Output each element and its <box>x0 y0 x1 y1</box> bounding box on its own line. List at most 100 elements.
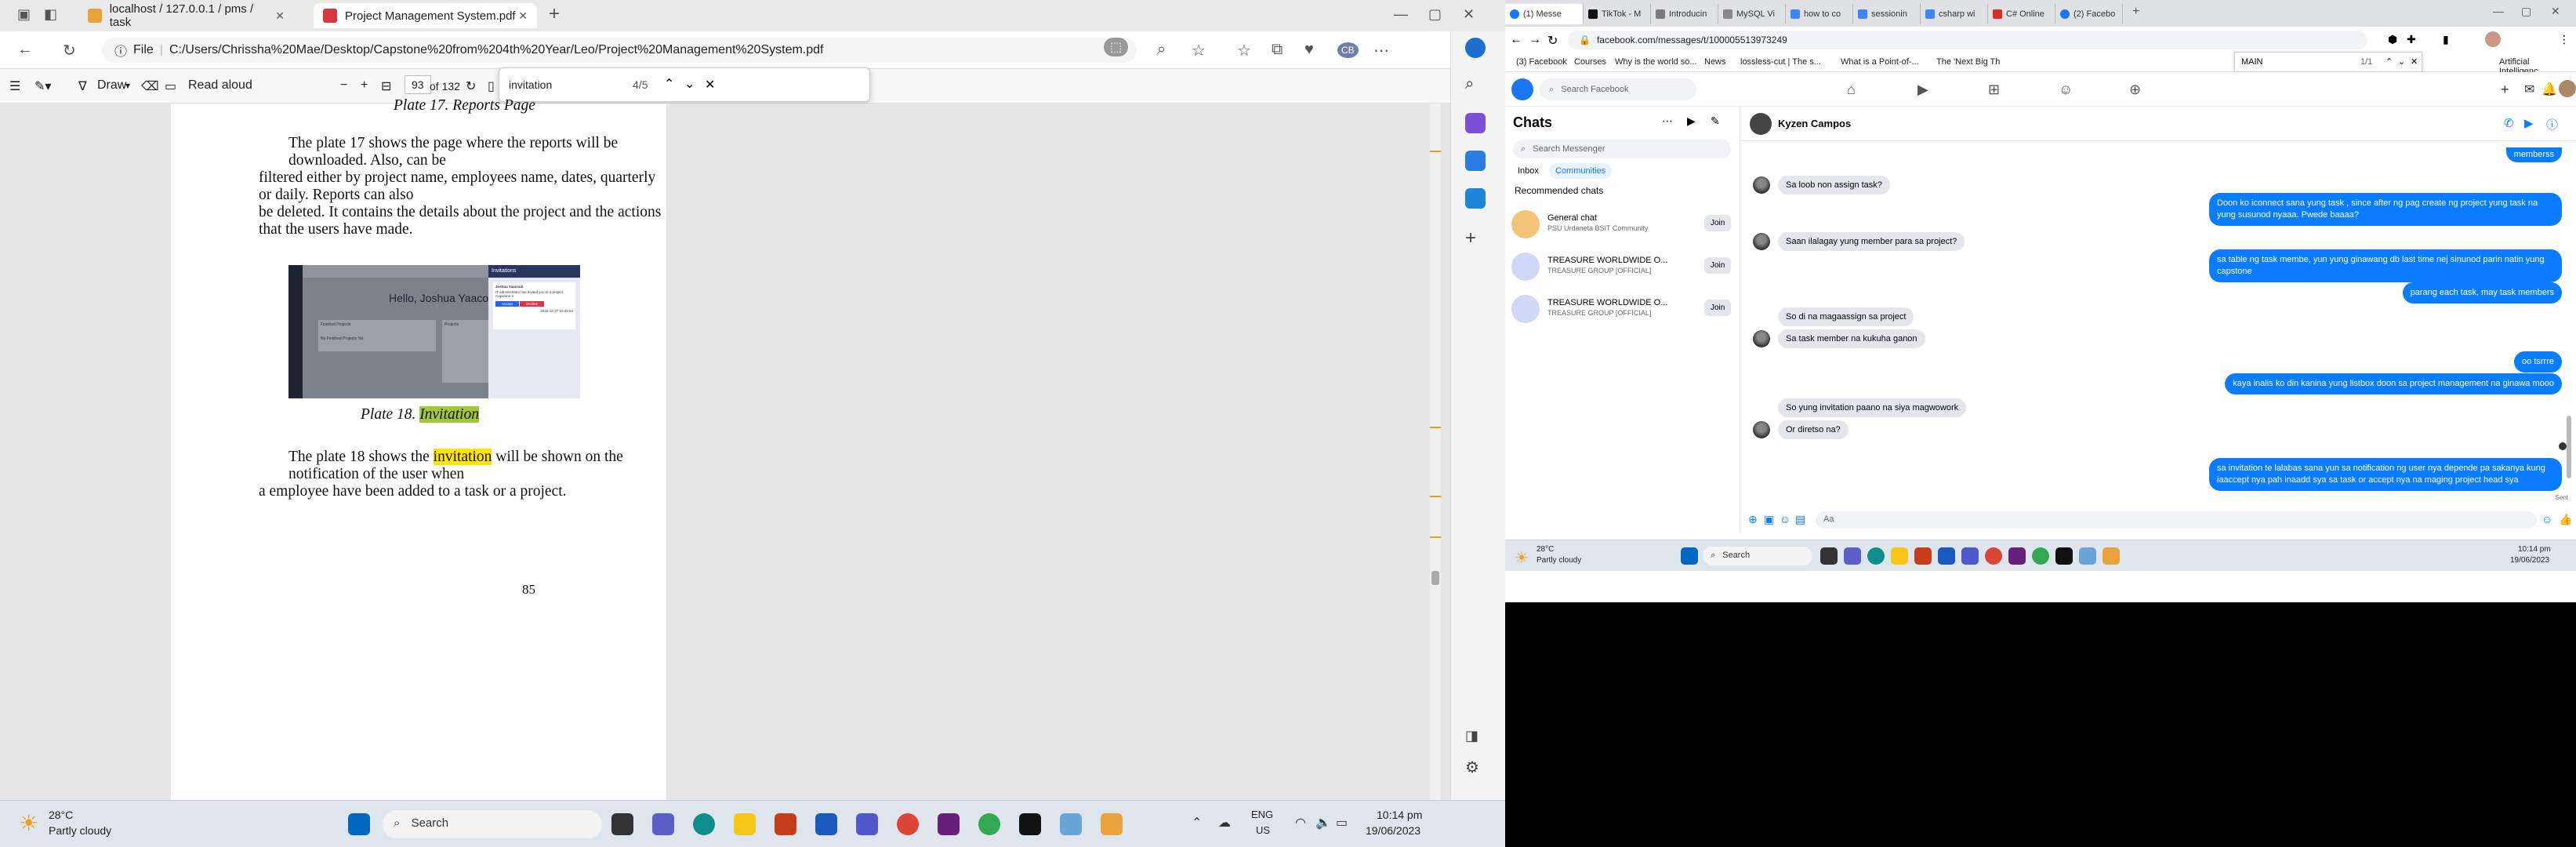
emoji-icon[interactable]: ☺ <box>2542 513 2552 525</box>
sidepanel-icon[interactable]: ▮ <box>2443 33 2449 46</box>
sticker-icon[interactable]: ☺ <box>1780 513 1791 525</box>
new-tab-icon[interactable]: + <box>2132 5 2139 19</box>
weather-icon[interactable]: ☀ <box>1515 548 1529 568</box>
extension-icon[interactable]: ⬢ <box>2388 33 2397 46</box>
read-mode-icon[interactable]: ⬚ <box>1104 38 1129 56</box>
tab-localhost[interactable]: localhost / 127.0.0.1 / pms / task ✕ <box>78 2 294 29</box>
tab-google-3[interactable]: csharp wi <box>1921 4 1988 24</box>
tab-mysql[interactable]: MySQL Vi <box>1718 4 1786 24</box>
erase-icon[interactable]: ⌫ <box>141 78 159 94</box>
weather-icon[interactable]: ☀ <box>19 810 38 836</box>
join-button[interactable]: Join <box>1704 257 1732 274</box>
draw-button[interactable]: Draw <box>97 78 126 93</box>
word-icon[interactable] <box>815 813 837 835</box>
word-icon[interactable] <box>1938 547 1955 565</box>
chrome-profile-icon[interactable] <box>978 813 1000 835</box>
clock-time[interactable]: 10:14 pm <box>1377 809 1422 821</box>
taskbar-search[interactable]: ⌕ Search <box>1703 547 1812 565</box>
find-input[interactable]: invitation <box>509 78 552 91</box>
volume-icon[interactable]: 🔈 <box>1315 815 1331 831</box>
join-button[interactable]: Join <box>1704 215 1732 231</box>
phone-icon[interactable]: ✆ <box>2504 116 2514 130</box>
teams-chat-icon[interactable] <box>1844 547 1861 565</box>
profile-avatar[interactable] <box>2559 80 2576 97</box>
join-button[interactable]: Join <box>1704 300 1732 316</box>
start-icon[interactable] <box>1681 547 1698 565</box>
app-icon[interactable] <box>1101 813 1123 835</box>
page-number-input[interactable]: 93 <box>405 75 431 94</box>
file-explorer-icon[interactable] <box>1891 547 1908 565</box>
refresh-icon[interactable]: ↻ <box>63 41 76 60</box>
bing-icon[interactable] <box>1465 38 1486 58</box>
bookmark[interactable]: Why is the world so... <box>1615 57 1697 67</box>
refresh-icon[interactable]: ↻ <box>1547 33 1558 49</box>
chart-app-icon[interactable] <box>1060 813 1082 835</box>
filter-communities[interactable]: Communities <box>1549 163 1613 179</box>
edge-icon[interactable] <box>693 813 715 835</box>
watch-icon[interactable]: ▶ <box>1917 82 1928 98</box>
zoom-icon[interactable]: ⌕ <box>1157 41 1166 59</box>
profile-avatar[interactable] <box>2485 31 2501 47</box>
tab-actions-icon[interactable]: ◧ <box>44 6 57 23</box>
search-icon[interactable]: ⌕ <box>1465 75 1486 96</box>
puzzle-icon[interactable]: ✚ <box>2407 33 2416 46</box>
recommended-chat[interactable]: General chat PSU Urdaneta BSIT Community… <box>1511 207 1734 246</box>
video-call-icon[interactable]: ▶ <box>1687 115 1696 128</box>
bookmark[interactable]: Courses <box>1574 57 1606 67</box>
minimize-icon[interactable]: — <box>1394 6 1408 23</box>
start-icon[interactable] <box>348 813 370 835</box>
teams-icon[interactable] <box>1961 547 1979 565</box>
chevron-down-icon[interactable]: ▾ <box>125 80 130 91</box>
taskbar-search[interactable]: ⌕ Search <box>383 810 602 838</box>
new-tab-icon[interactable]: + <box>549 3 560 25</box>
clock-time[interactable]: 10:14 pm <box>2518 545 2551 554</box>
tab-pdf[interactable]: Project Management System.pdf ✕ <box>314 3 537 28</box>
tab-google-1[interactable]: how to co <box>1786 4 1853 24</box>
shopping-icon[interactable] <box>1465 113 1486 133</box>
highlight-icon[interactable]: ✎▾ <box>34 78 51 94</box>
more-options-icon[interactable]: ⋯ <box>1662 115 1673 128</box>
tab-messenger[interactable]: (1) Messe <box>1505 4 1584 24</box>
favorite-star-icon[interactable]: ☆ <box>1192 41 1206 60</box>
fit-page-icon[interactable]: ⊟ <box>381 78 391 94</box>
chevron-down-icon[interactable]: ⌄ <box>684 76 695 92</box>
draw-icon[interactable]: ∇ <box>78 78 87 94</box>
bookmark[interactable]: (3) Facebook <box>1516 57 1567 67</box>
teams-chat-icon[interactable] <box>652 813 674 835</box>
more-menu-icon[interactable]: ⋯ <box>1373 41 1389 60</box>
onedrive-icon[interactable]: ☁ <box>1218 815 1231 831</box>
chart-app-icon[interactable] <box>2079 547 2096 565</box>
rotate-icon[interactable]: ↻ <box>466 78 476 94</box>
page-view-icon[interactable]: ▯ <box>488 78 495 94</box>
scrollbar-thumb[interactable] <box>1431 571 1439 585</box>
more-menu-icon[interactable]: ⋮ <box>2559 33 2570 46</box>
chevron-up-icon[interactable]: ⌃ <box>664 76 674 92</box>
recommended-chat[interactable]: TREASURE WORLDWIDE O... TREASURE GROUP [… <box>1511 249 1734 289</box>
settings-icon[interactable]: ⚙ <box>1465 758 1486 778</box>
notifications-icon[interactable]: 🔔 <box>2542 82 2557 97</box>
edge-icon[interactable] <box>1867 547 1885 565</box>
facebook-search[interactable]: ⌕ Search Facebook <box>1540 78 1696 100</box>
chrome-icon[interactable] <box>897 813 919 835</box>
recommended-chat[interactable]: TREASURE WORLDWIDE O... TREASURE GROUP [… <box>1511 292 1734 331</box>
filter-inbox[interactable]: Inbox <box>1518 166 1539 176</box>
close-window-icon[interactable]: ✕ <box>2551 5 2560 18</box>
chevron-up-icon[interactable]: ⌃ <box>1192 815 1202 831</box>
file-explorer-icon[interactable] <box>734 813 756 835</box>
new-message-icon[interactable]: ✎ <box>1711 115 1720 128</box>
add-icon[interactable]: ⊕ <box>1748 513 1758 526</box>
tools-icon[interactable] <box>1465 151 1486 171</box>
view-icon[interactable]: ▭ <box>165 78 176 94</box>
find-input[interactable]: MAIN <box>2241 57 2263 67</box>
app-icon[interactable] <box>2055 547 2073 565</box>
wifi-icon[interactable]: ◠ <box>1295 815 1306 831</box>
powerpoint-icon[interactable] <box>1914 547 1932 565</box>
message-scrollbar[interactable] <box>2567 141 2571 533</box>
close-icon[interactable]: ✕ <box>705 77 715 93</box>
task-view-icon[interactable] <box>1820 547 1838 565</box>
bookmark[interactable]: News <box>1704 57 1726 67</box>
messenger-search[interactable]: ⌕ Search Messenger <box>1513 140 1731 158</box>
collections-icon[interactable]: ⧉ <box>1272 41 1283 59</box>
chrome-profile-icon[interactable] <box>2032 547 2049 565</box>
extension-icon[interactable]: ♥ <box>1304 41 1314 59</box>
